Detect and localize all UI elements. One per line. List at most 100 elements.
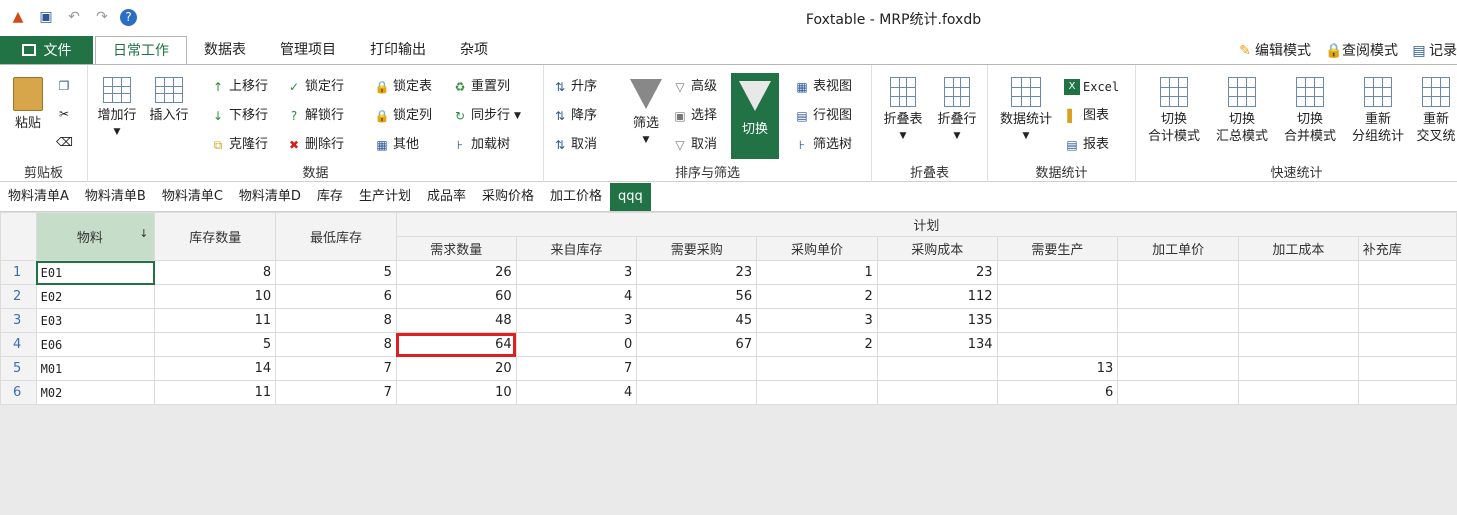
format-button[interactable]: ⌫ [56, 131, 75, 153]
table-row[interactable]: 6 M02 11 7 10 4 6 [0, 380, 1457, 405]
grid-cell[interactable]: E01 [35, 260, 156, 285]
unlock-row-button[interactable]: ? 解锁行 [286, 105, 344, 127]
toggle-total-mode-button[interactable]: 切换 合计模式 [1140, 77, 1208, 145]
grid-cell[interactable]: 10 [395, 380, 517, 405]
grid-cell[interactable]: 135 [876, 308, 998, 333]
sort-cancel-button[interactable]: ⇅ 取消 [552, 134, 597, 156]
lock-row-button[interactable]: ✓ 锁定行 [286, 76, 344, 98]
grid-cell[interactable] [756, 356, 878, 381]
record-button[interactable]: ▤ 记录 [1412, 40, 1457, 60]
grid-cell[interactable] [636, 380, 758, 405]
grid-cell[interactable] [1117, 308, 1240, 333]
sheet-tab-yield[interactable]: 成品率 [419, 183, 474, 211]
table-row[interactable]: 4 E06 5 8 64 0 67 2 134 [0, 332, 1457, 357]
grid-cell[interactable]: 10 [154, 284, 277, 309]
move-down-button[interactable]: ↓ 下移行 [210, 105, 268, 127]
cancel-filter-button[interactable]: ▽ 取消 [672, 134, 717, 156]
grid-cell[interactable]: 4 [515, 284, 638, 309]
grid-cell[interactable] [1238, 380, 1359, 405]
fold-row-button[interactable]: 折叠行 ▼ [932, 77, 982, 145]
reset-column-button[interactable]: ♻ 重置列 [452, 76, 510, 98]
grid-cell[interactable]: 23 [636, 260, 758, 285]
tab-file[interactable]: 文件 [0, 36, 93, 64]
row-number[interactable]: 2 [0, 284, 37, 309]
sheet-tab-bom-b[interactable]: 物料清单B [77, 183, 154, 211]
grid-cell[interactable]: 2 [756, 284, 878, 309]
sync-row-button[interactable]: ↻ 同步行 ▼ [452, 105, 521, 127]
grid-cell[interactable]: 7 [515, 356, 638, 381]
grid-cell[interactable] [1117, 260, 1240, 285]
clone-row-button[interactable]: ⧉ 克隆行 [210, 134, 268, 156]
grid-cell[interactable] [636, 356, 758, 381]
grid-cell[interactable]: 7 [275, 356, 397, 381]
grid-cell[interactable]: 134 [876, 332, 998, 357]
grid-cell[interactable] [1238, 332, 1359, 357]
grid-cell[interactable]: 4 [515, 380, 638, 405]
grid-cell[interactable] [1238, 308, 1359, 333]
col-header-purchase-cost[interactable]: 采购成本 [876, 236, 998, 261]
sheet-tab-bom-d[interactable]: 物料清单D [231, 183, 309, 211]
col-header-from-stock[interactable]: 来自库存 [515, 236, 638, 261]
grid-cell[interactable] [1238, 260, 1359, 285]
grid-cell[interactable] [1117, 332, 1240, 357]
paste-button[interactable]: 粘贴 [8, 77, 48, 132]
grid-cell[interactable]: 112 [876, 284, 998, 309]
toggle-summary-mode-button[interactable]: 切换 汇总模式 [1208, 77, 1276, 145]
load-tree-button[interactable]: ⊦ 加载树 [452, 134, 510, 156]
grid-cell[interactable]: 1 [756, 260, 878, 285]
grid-cell[interactable] [1357, 380, 1457, 405]
grid-cell[interactable] [1117, 380, 1240, 405]
sort-asc-button[interactable]: ⇅ 升序 [552, 76, 597, 98]
grid-cell[interactable]: 5 [275, 260, 397, 285]
grid-cell[interactable] [996, 332, 1119, 357]
highlighted-cell[interactable]: 64 [395, 332, 517, 357]
grid-cell[interactable] [1117, 284, 1240, 309]
chart-button[interactable]: ▌ 图表 [1064, 105, 1109, 127]
grid-cell[interactable] [1117, 356, 1240, 381]
excel-button[interactable]: X Excel [1064, 76, 1119, 98]
select-filter-button[interactable]: ▣ 选择 [672, 105, 717, 127]
grid-cell[interactable]: 60 [395, 284, 517, 309]
grid-cell[interactable]: 2 [756, 332, 878, 357]
col-header-process-cost[interactable]: 加工成本 [1238, 236, 1359, 261]
grid-cell[interactable]: E02 [35, 284, 156, 309]
sheet-tab-processing-price[interactable]: 加工价格 [542, 183, 610, 211]
grid-cell[interactable]: 7 [275, 380, 397, 405]
row-view-button[interactable]: ▤ 行视图 [794, 105, 852, 127]
grid-cell[interactable]: 13 [996, 356, 1119, 381]
delete-row-button[interactable]: ✖ 删除行 [286, 134, 344, 156]
grid-cell[interactable]: 67 [636, 332, 758, 357]
copy-button[interactable]: ❐ [56, 75, 75, 97]
toggle-merge-mode-button[interactable]: 切换 合并模式 [1276, 77, 1344, 145]
table-view-button[interactable]: ▦ 表视图 [794, 76, 852, 98]
grid-cell[interactable]: 0 [515, 332, 638, 357]
grid-cell[interactable]: 6 [275, 284, 397, 309]
tab-data-table[interactable]: 数据表 [187, 36, 263, 64]
grid-cell[interactable] [1357, 308, 1457, 333]
grid-cell[interactable]: 26 [395, 260, 517, 285]
grid-cell[interactable]: E06 [35, 332, 156, 357]
sheet-tab-production-plan[interactable]: 生产计划 [351, 183, 419, 211]
grid-cell[interactable] [876, 380, 998, 405]
row-number[interactable]: 1 [0, 260, 37, 285]
table-row[interactable]: 5 M01 14 7 20 7 13 [0, 356, 1457, 381]
grid-cell[interactable]: 8 [275, 332, 397, 357]
fold-table-button[interactable]: 折叠表 ▼ [878, 77, 928, 145]
grid-cell[interactable]: 56 [636, 284, 758, 309]
tab-daily-work[interactable]: 日常工作 [95, 36, 187, 65]
grid-cell[interactable]: 3 [515, 308, 638, 333]
row-number[interactable]: 3 [0, 308, 37, 333]
filter-tree-button[interactable]: ⊦ 筛选树 [794, 134, 852, 156]
grid-cell[interactable]: M02 [35, 380, 156, 405]
sheet-tab-bom-c[interactable]: 物料清单C [154, 183, 231, 211]
col-header-need-purchase[interactable]: 需要采购 [636, 236, 758, 261]
grid-cell[interactable] [1238, 284, 1359, 309]
grid-cell[interactable]: 14 [154, 356, 277, 381]
grid-cell[interactable] [1357, 260, 1457, 285]
col-header-unit-price[interactable]: 采购单价 [756, 236, 878, 261]
grid-cell[interactable] [996, 308, 1119, 333]
cross-stats-button[interactable]: 重新 交叉统 [1412, 77, 1457, 145]
table-row[interactable]: 3 E03 11 8 48 3 45 3 135 [0, 308, 1457, 333]
sort-desc-button[interactable]: ⇅ 降序 [552, 105, 597, 127]
view-mode-button[interactable]: 🔒查阅模式 [1325, 40, 1398, 60]
